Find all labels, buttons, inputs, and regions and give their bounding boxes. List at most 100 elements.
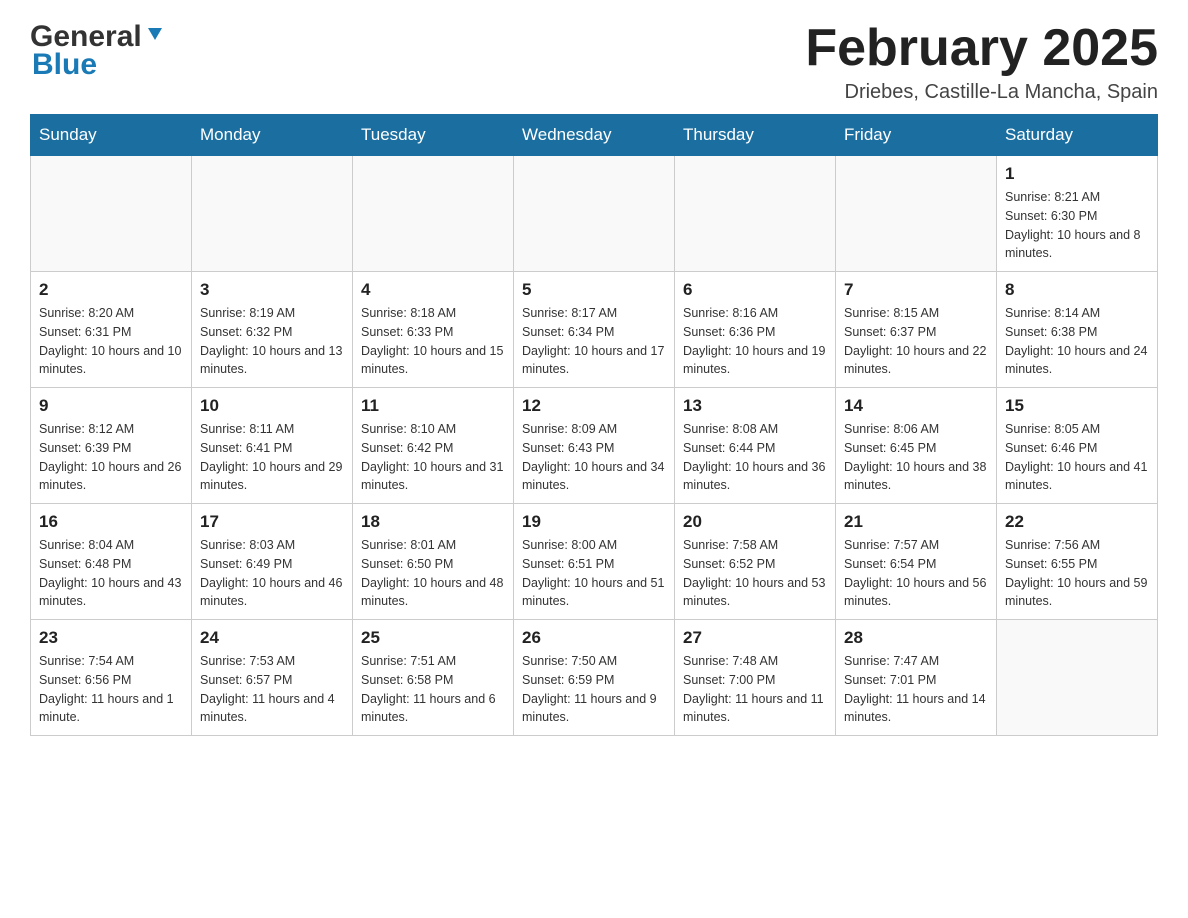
day-number: 23	[39, 628, 183, 648]
calendar-cell: 15Sunrise: 8:05 AM Sunset: 6:46 PM Dayli…	[997, 388, 1158, 504]
day-number: 3	[200, 280, 344, 300]
day-number: 25	[361, 628, 505, 648]
month-title: February 2025	[805, 20, 1158, 77]
day-number: 1	[1005, 164, 1149, 184]
day-info: Sunrise: 8:19 AM Sunset: 6:32 PM Dayligh…	[200, 304, 344, 379]
weekday-header-friday: Friday	[836, 115, 997, 156]
day-info: Sunrise: 8:18 AM Sunset: 6:33 PM Dayligh…	[361, 304, 505, 379]
calendar-cell	[997, 620, 1158, 736]
day-number: 20	[683, 512, 827, 532]
calendar-cell: 24 Sunrise: 7:53 AM Sunset: 6:57 PM Dayli…	[192, 620, 353, 736]
title-section: February 2025 Driebes, Castille-La Manch…	[805, 20, 1158, 104]
calendar-week-row: 23 Sunrise: 7:54 AM Sunset: 6:56 PM Dayli…	[31, 620, 1158, 736]
weekday-header-monday: Monday	[192, 115, 353, 156]
day-info: Sunrise: 8:00 AM Sunset: 6:51 PM Dayligh…	[522, 536, 666, 611]
calendar-cell	[514, 156, 675, 272]
day-info: Sunrise: 7:47 AM Sunset: 7:01 PM Dayligh…	[844, 652, 988, 727]
calendar-week-row: 1Sunrise: 8:21 AM Sunset: 6:30 PM Daylig…	[31, 156, 1158, 272]
day-info: Sunrise: 8:16 AM Sunset: 6:36 PM Dayligh…	[683, 304, 827, 379]
day-number: 6	[683, 280, 827, 300]
calendar-cell: 28 Sunrise: 7:47 AM Sunset: 7:01 PM Dayli…	[836, 620, 997, 736]
day-number: 17	[200, 512, 344, 532]
day-number: 26	[522, 628, 666, 648]
calendar-cell: 2 Sunrise: 8:20 AM Sunset: 6:31 PM Daylig…	[31, 272, 192, 388]
day-info: Sunrise: 8:03 AM Sunset: 6:49 PM Dayligh…	[200, 536, 344, 611]
calendar-cell	[675, 156, 836, 272]
calendar-cell	[353, 156, 514, 272]
day-info: Sunrise: 7:58 AM Sunset: 6:52 PM Dayligh…	[683, 536, 827, 611]
day-number: 8	[1005, 280, 1149, 300]
page-header: General Blue February 2025 Driebes, Cast…	[30, 20, 1158, 104]
day-number: 19	[522, 512, 666, 532]
calendar-header-row: SundayMondayTuesdayWednesdayThursdayFrid…	[31, 115, 1158, 156]
weekday-header-wednesday: Wednesday	[514, 115, 675, 156]
day-info: Sunrise: 8:05 AM Sunset: 6:46 PM Dayligh…	[1005, 420, 1149, 495]
day-info: Sunrise: 8:15 AM Sunset: 6:37 PM Dayligh…	[844, 304, 988, 379]
day-number: 2	[39, 280, 183, 300]
day-number: 10	[200, 396, 344, 416]
calendar-week-row: 16Sunrise: 8:04 AM Sunset: 6:48 PM Dayli…	[31, 504, 1158, 620]
day-info: Sunrise: 8:09 AM Sunset: 6:43 PM Dayligh…	[522, 420, 666, 495]
day-info: Sunrise: 8:01 AM Sunset: 6:50 PM Dayligh…	[361, 536, 505, 611]
day-info: Sunrise: 7:56 AM Sunset: 6:55 PM Dayligh…	[1005, 536, 1149, 611]
day-number: 24	[200, 628, 344, 648]
calendar-cell: 22 Sunrise: 7:56 AM Sunset: 6:55 PM Dayli…	[997, 504, 1158, 620]
weekday-header-thursday: Thursday	[675, 115, 836, 156]
day-info: Sunrise: 7:53 AM Sunset: 6:57 PM Dayligh…	[200, 652, 344, 727]
calendar-cell: 10 Sunrise: 8:11 AM Sunset: 6:41 PM Dayli…	[192, 388, 353, 504]
calendar-week-row: 9 Sunrise: 8:12 AM Sunset: 6:39 PM Daylig…	[31, 388, 1158, 504]
calendar-cell: 20 Sunrise: 7:58 AM Sunset: 6:52 PM Dayli…	[675, 504, 836, 620]
day-info: Sunrise: 8:20 AM Sunset: 6:31 PM Dayligh…	[39, 304, 183, 379]
day-number: 7	[844, 280, 988, 300]
calendar-cell: 18 Sunrise: 8:01 AM Sunset: 6:50 PM Dayli…	[353, 504, 514, 620]
calendar-cell	[31, 156, 192, 272]
weekday-header-tuesday: Tuesday	[353, 115, 514, 156]
day-info: Sunrise: 8:17 AM Sunset: 6:34 PM Dayligh…	[522, 304, 666, 379]
day-info: Sunrise: 8:08 AM Sunset: 6:44 PM Dayligh…	[683, 420, 827, 495]
calendar-cell: 9 Sunrise: 8:12 AM Sunset: 6:39 PM Daylig…	[31, 388, 192, 504]
day-info: Sunrise: 8:06 AM Sunset: 6:45 PM Dayligh…	[844, 420, 988, 495]
day-number: 28	[844, 628, 988, 648]
day-info: Sunrise: 7:48 AM Sunset: 7:00 PM Dayligh…	[683, 652, 827, 727]
day-number: 21	[844, 512, 988, 532]
calendar-cell: 16Sunrise: 8:04 AM Sunset: 6:48 PM Dayli…	[31, 504, 192, 620]
day-info: Sunrise: 8:14 AM Sunset: 6:38 PM Dayligh…	[1005, 304, 1149, 379]
calendar-cell: 7 Sunrise: 8:15 AM Sunset: 6:37 PM Daylig…	[836, 272, 997, 388]
day-number: 18	[361, 512, 505, 532]
weekday-header-sunday: Sunday	[31, 115, 192, 156]
day-info: Sunrise: 7:54 AM Sunset: 6:56 PM Dayligh…	[39, 652, 183, 727]
day-number: 22	[1005, 512, 1149, 532]
calendar-cell: 17 Sunrise: 8:03 AM Sunset: 6:49 PM Dayli…	[192, 504, 353, 620]
calendar-cell: 4 Sunrise: 8:18 AM Sunset: 6:33 PM Daylig…	[353, 272, 514, 388]
day-info: Sunrise: 8:11 AM Sunset: 6:41 PM Dayligh…	[200, 420, 344, 495]
calendar-cell: 11Sunrise: 8:10 AM Sunset: 6:42 PM Dayli…	[353, 388, 514, 504]
calendar-cell: 5 Sunrise: 8:17 AM Sunset: 6:34 PM Daylig…	[514, 272, 675, 388]
calendar-cell: 6 Sunrise: 8:16 AM Sunset: 6:36 PM Daylig…	[675, 272, 836, 388]
calendar-cell: 25 Sunrise: 7:51 AM Sunset: 6:58 PM Dayli…	[353, 620, 514, 736]
calendar-cell	[192, 156, 353, 272]
day-number: 5	[522, 280, 666, 300]
location-text: Driebes, Castille-La Mancha, Spain	[805, 81, 1158, 104]
calendar-cell: 19 Sunrise: 8:00 AM Sunset: 6:51 PM Dayli…	[514, 504, 675, 620]
logo-blue-text: Blue	[32, 48, 97, 82]
day-number: 14	[844, 396, 988, 416]
day-info: Sunrise: 7:50 AM Sunset: 6:59 PM Dayligh…	[522, 652, 666, 727]
day-info: Sunrise: 8:04 AM Sunset: 6:48 PM Dayligh…	[39, 536, 183, 611]
calendar-cell: 8 Sunrise: 8:14 AM Sunset: 6:38 PM Daylig…	[997, 272, 1158, 388]
day-info: Sunrise: 7:51 AM Sunset: 6:58 PM Dayligh…	[361, 652, 505, 727]
logo: General Blue	[30, 20, 166, 82]
day-info: Sunrise: 7:57 AM Sunset: 6:54 PM Dayligh…	[844, 536, 988, 611]
calendar-cell: 14 Sunrise: 8:06 AM Sunset: 6:45 PM Dayli…	[836, 388, 997, 504]
day-number: 4	[361, 280, 505, 300]
calendar-cell: 1Sunrise: 8:21 AM Sunset: 6:30 PM Daylig…	[997, 156, 1158, 272]
day-number: 27	[683, 628, 827, 648]
day-number: 9	[39, 396, 183, 416]
day-number: 13	[683, 396, 827, 416]
calendar-cell: 3 Sunrise: 8:19 AM Sunset: 6:32 PM Daylig…	[192, 272, 353, 388]
calendar-week-row: 2 Sunrise: 8:20 AM Sunset: 6:31 PM Daylig…	[31, 272, 1158, 388]
calendar-cell	[836, 156, 997, 272]
day-number: 12	[522, 396, 666, 416]
calendar-cell: 21 Sunrise: 7:57 AM Sunset: 6:54 PM Dayli…	[836, 504, 997, 620]
day-info: Sunrise: 8:12 AM Sunset: 6:39 PM Dayligh…	[39, 420, 183, 495]
logo-arrow-icon	[144, 24, 166, 46]
